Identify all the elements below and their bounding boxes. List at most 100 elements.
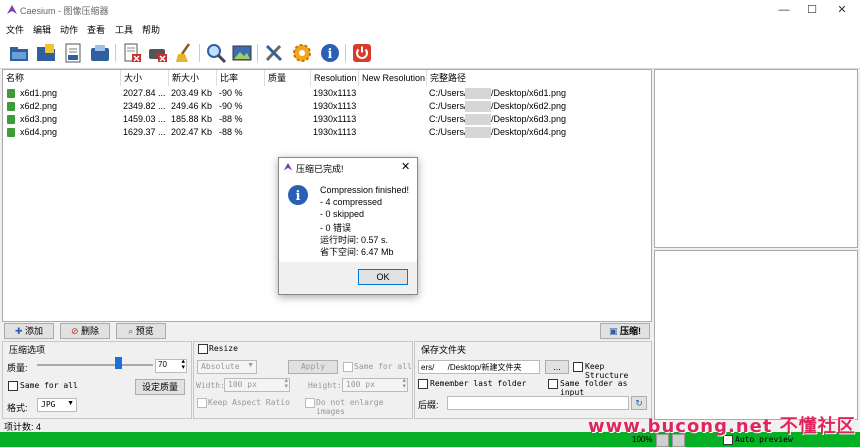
quality-slider-thumb[interactable] — [115, 357, 123, 369]
save-list-icon[interactable] — [60, 40, 86, 66]
compression-group-title: 压缩选项 — [9, 345, 46, 355]
minimize-button[interactable]: — — [770, 0, 798, 20]
browse-button[interactable]: ... — [545, 360, 569, 374]
menu-view[interactable]: 查看 — [87, 23, 105, 36]
image-file-icon — [7, 128, 15, 137]
table-row[interactable]: x6d2.png 2349.82 ... 249.46 Kb -90 % 193… — [3, 100, 651, 113]
file-name: x6d4.png — [20, 127, 58, 137]
same-folder-as-input-checkbox[interactable] — [548, 379, 558, 389]
keep-structure-label: Keep Structure — [585, 362, 629, 380]
export-icon[interactable] — [87, 40, 113, 66]
column-header-ratio[interactable]: 比率 — [217, 70, 265, 86]
resize-same-for-all-label: Same for all — [354, 362, 412, 371]
menu-help[interactable]: 帮助 — [142, 23, 160, 36]
magnifier-icon: ⌕ — [128, 326, 134, 336]
column-header-size[interactable]: 大小 — [121, 70, 169, 86]
file-new-size: 185.88 Kb — [171, 114, 213, 124]
chevron-down-icon: ▼ — [247, 362, 254, 369]
search-icon[interactable] — [203, 40, 229, 66]
refresh-icon[interactable]: ↻ — [631, 396, 647, 410]
resize-mode-select[interactable]: Absolute ▼ — [197, 360, 257, 374]
column-header-name[interactable]: 名称 — [3, 70, 121, 86]
original-preview-panel[interactable] — [654, 69, 858, 248]
menu-tools[interactable]: 工具 — [115, 23, 133, 36]
menu-edit[interactable]: 编辑 — [33, 23, 51, 36]
table-row[interactable]: x6d3.png 1459.03 ... 185.88 Kb -88 % 193… — [3, 113, 651, 126]
file-path-suffix: /Desktop/x6d4.png — [491, 127, 567, 137]
compress-button[interactable]: ▣ 压缩! — [600, 323, 650, 339]
dialog-line: - 4 compressed — [320, 197, 383, 207]
column-header-quality[interactable]: 质量 — [265, 70, 311, 86]
resize-title: Resize — [209, 344, 238, 353]
image-file-icon — [7, 115, 15, 124]
add-button[interactable]: ✚ 添加 — [4, 323, 54, 339]
resize-same-for-all-checkbox[interactable] — [343, 362, 353, 372]
plus-icon: ✚ — [14, 326, 23, 336]
svg-text:i: i — [296, 189, 301, 204]
quality-slider-track[interactable] — [37, 364, 153, 366]
close-button[interactable]: ✕ — [828, 0, 856, 20]
table-row[interactable]: x6d1.png 2027.84 ... 203.49 Kb -90 % 193… — [3, 87, 651, 100]
remove-item-icon[interactable] — [119, 40, 145, 66]
compression-finished-dialog: 压缩已完成! ✕ i Compression finished! - 4 com… — [278, 157, 418, 295]
info-icon[interactable]: i — [317, 40, 343, 66]
dialog-title-bar: 压缩已完成! ✕ — [279, 158, 417, 176]
spin-arrows-icon[interactable]: ▴ ▾ — [284, 377, 288, 390]
file-ratio: -88 % — [219, 114, 243, 124]
suffix-input[interactable] — [447, 396, 629, 410]
quality-spinbox[interactable]: 70 ▴ ▾ — [155, 358, 187, 373]
redacted-username — [465, 114, 491, 125]
open-folder-icon[interactable] — [6, 40, 32, 66]
settings-gear-icon[interactable] — [289, 40, 315, 66]
tools-icon[interactable] — [261, 40, 287, 66]
compress-button-label: 压缩! — [620, 326, 642, 336]
open-images-icon[interactable] — [33, 40, 59, 66]
menu-file[interactable]: 文件 — [6, 23, 24, 36]
same-for-all-checkbox[interactable] — [8, 381, 18, 391]
width-spinbox[interactable]: 100 px ▴ ▾ — [224, 377, 290, 392]
column-header-full-path[interactable]: 完整路径 — [427, 70, 651, 86]
height-spinbox[interactable]: 100 px ▴ ▾ — [342, 377, 408, 392]
format-select[interactable]: JPG ▼ — [37, 398, 77, 412]
toolbar-separator — [345, 44, 346, 62]
same-folder-as-input-label: Same folder as input — [560, 379, 628, 397]
format-value: JPG — [41, 400, 56, 409]
caesium-logo-icon — [283, 162, 293, 171]
clear-list-icon[interactable] — [145, 40, 171, 66]
ok-button[interactable]: OK — [358, 269, 408, 285]
remove-button[interactable]: ⊘ 删除 — [60, 323, 110, 339]
preview-icon[interactable] — [229, 40, 255, 66]
file-path-suffix: /Desktop/x6d2.png — [491, 101, 567, 111]
preview-button[interactable]: ⌕ 预览 — [116, 323, 166, 339]
progress-fill — [0, 432, 628, 447]
image-file-icon — [7, 89, 15, 98]
resize-checkbox[interactable] — [198, 344, 208, 354]
file-path-suffix: /Desktop/x6d3.png — [491, 114, 567, 124]
redacted-username — [465, 88, 491, 99]
spin-arrows-icon[interactable]: ▴ ▾ — [402, 377, 406, 390]
output-folder-input[interactable]: ers/ /Desktop/新建文件夹 — [418, 360, 540, 374]
quality-label: 质量: — [7, 363, 28, 373]
column-header-resolution[interactable]: Resolution — [311, 70, 359, 86]
power-exit-icon[interactable] — [349, 40, 375, 66]
file-new-size: 203.49 Kb — [171, 88, 213, 98]
menu-action[interactable]: 动作 — [60, 23, 78, 36]
set-quality-button[interactable]: 设定质量 — [135, 379, 185, 395]
clean-icon[interactable] — [171, 40, 197, 66]
keep-aspect-checkbox[interactable] — [197, 398, 207, 408]
compress-icon: ▣ — [608, 326, 618, 336]
no-enlarge-checkbox[interactable] — [305, 398, 315, 408]
file-name: x6d3.png — [20, 114, 58, 124]
maximize-button[interactable]: ☐ — [798, 0, 826, 20]
dialog-close-icon[interactable]: ✕ — [401, 160, 410, 173]
apply-button[interactable]: Apply — [288, 360, 338, 374]
table-row[interactable]: x6d4.png 1629.37 ... 202.47 Kb -88 % 193… — [3, 126, 651, 139]
remember-last-folder-checkbox[interactable] — [418, 379, 428, 389]
file-ratio: -90 % — [219, 88, 243, 98]
dialog-body: i Compression finished! - 4 compressed -… — [279, 176, 417, 262]
compressed-preview-panel[interactable] — [654, 250, 858, 420]
spin-arrows-icon[interactable]: ▴ ▾ — [181, 358, 185, 371]
column-header-new-size[interactable]: 新大小 — [169, 70, 217, 86]
column-header-new-resolution[interactable]: New Resolution — [359, 70, 427, 86]
keep-structure-checkbox[interactable] — [573, 362, 583, 372]
